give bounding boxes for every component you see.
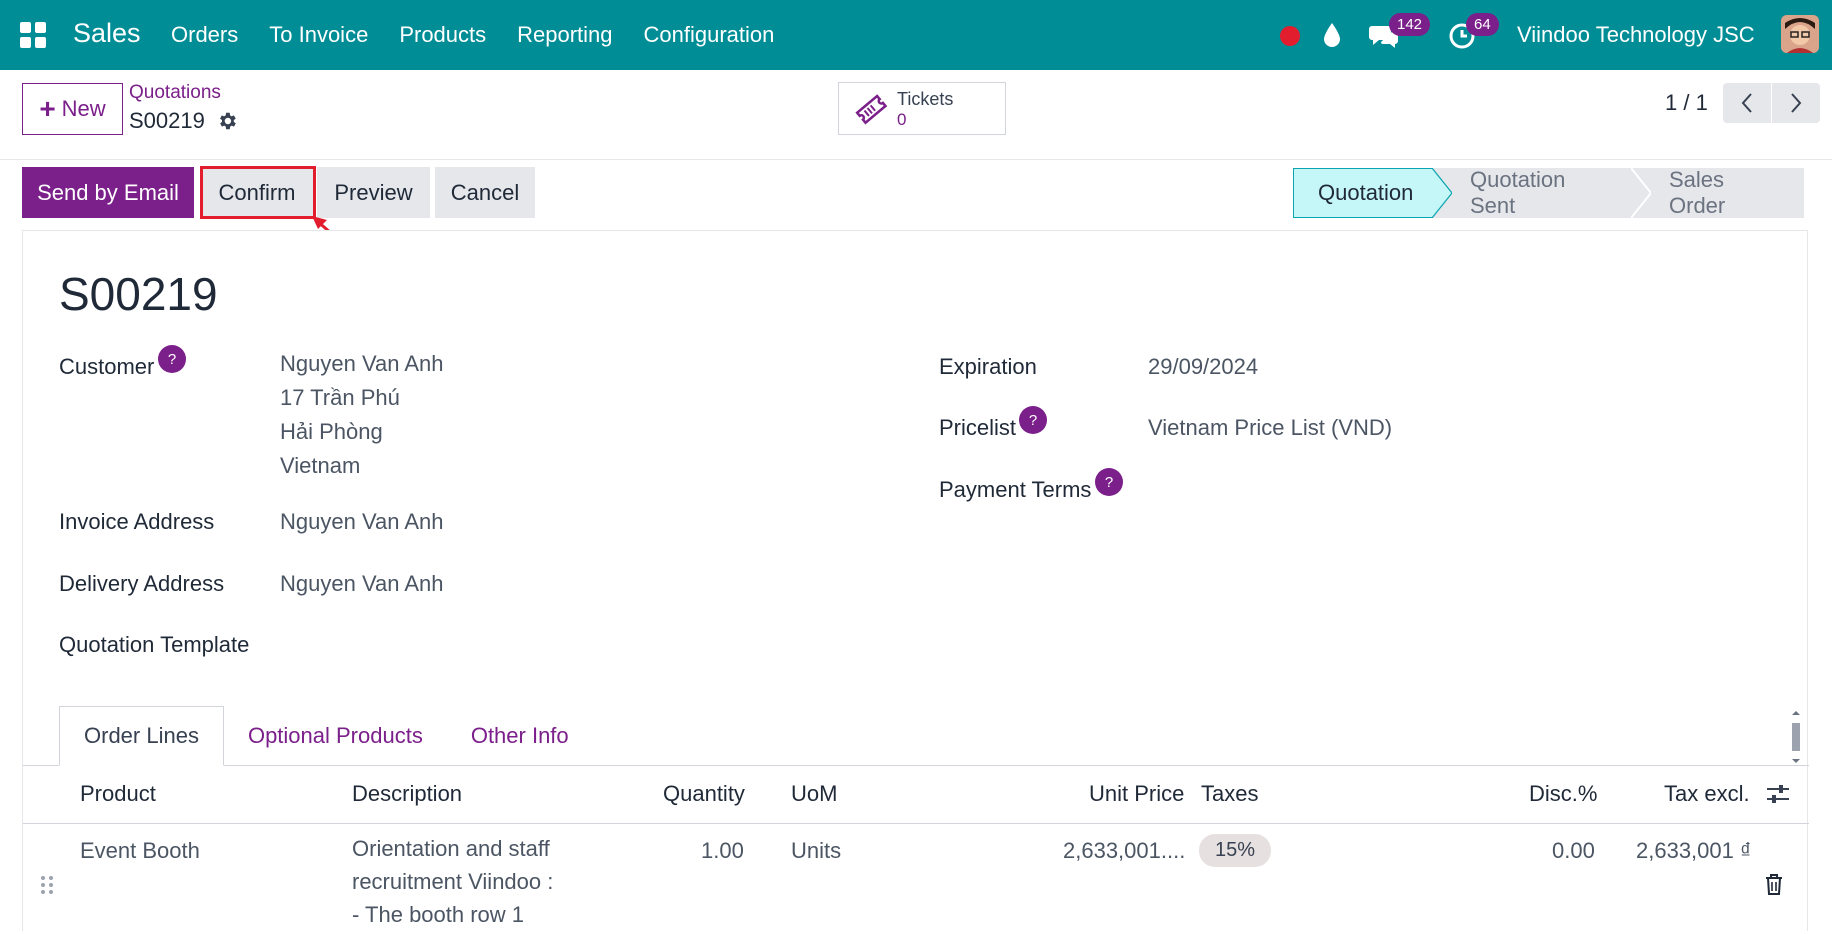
document-title: S00219 (59, 268, 218, 320)
tab-other-info[interactable]: Other Info (447, 706, 593, 766)
customer-city: Hải Phòng (280, 419, 383, 444)
payment-terms-field[interactable] (1148, 474, 1748, 504)
preview-button[interactable]: Preview (317, 167, 430, 218)
tickets-smart-button[interactable]: Tickets 0 (838, 82, 1006, 135)
col-product[interactable]: Product (80, 781, 156, 807)
delivery-address-label: Delivery Address (59, 571, 225, 596)
stage-quotation-sent[interactable]: Quotation Sent (1432, 167, 1632, 218)
main-menu: Orders To Invoice Products Reporting Con… (171, 22, 774, 48)
tab-optional-products[interactable]: Optional Products (224, 706, 447, 766)
table-row[interactable]: Event Booth Orientation and staff recrui… (23, 824, 1809, 934)
customer-name: Nguyen Van Anh (280, 351, 444, 376)
plus-icon: + (39, 93, 56, 124)
stage-separator-icon (1432, 168, 1452, 218)
scroll-down-icon (1792, 759, 1800, 763)
messages-badge: 142 (1389, 13, 1431, 36)
notebook-tabs: Order Lines Optional Products Other Info (59, 706, 593, 766)
app-brand[interactable]: Sales (73, 18, 141, 49)
tax-tag[interactable]: 15% (1199, 834, 1272, 867)
activities-badge: 64 (1466, 13, 1499, 36)
confirm-button[interactable]: Confirm (200, 167, 314, 218)
menu-orders[interactable]: Orders (171, 22, 238, 48)
col-description[interactable]: Description (352, 781, 462, 807)
pager-previous-button[interactable] (1723, 83, 1771, 123)
menu-products[interactable]: Products (399, 22, 486, 48)
expiration-label: Expiration (939, 354, 1037, 379)
customer-country: Vietnam (280, 453, 361, 478)
col-unit-price[interactable]: Unit Price (1089, 781, 1184, 807)
record-dot-icon[interactable] (1280, 26, 1300, 46)
customer-field[interactable]: Nguyen Van Anh 17 Trần Phú Hải Phòng Vie… (280, 347, 444, 483)
cell-discount[interactable]: 0.00 (1552, 838, 1595, 864)
help-icon[interactable]: ? (1095, 468, 1123, 496)
delivery-address-field[interactable]: Nguyen Van Anh (280, 571, 444, 597)
gear-icon[interactable] (216, 110, 238, 132)
trash-icon[interactable] (1763, 872, 1785, 896)
description-line: Orientation and staff (352, 836, 550, 861)
col-quantity[interactable]: Quantity (663, 781, 745, 807)
pricelist-label: Pricelist (939, 415, 1017, 440)
stage-sales-order[interactable]: Sales Order (1631, 167, 1804, 218)
optional-columns-icon[interactable] (1765, 782, 1791, 806)
quotation-template-label: Quotation Template (59, 632, 250, 657)
scrollbar-thumb[interactable] (1792, 723, 1800, 751)
col-tax-excl[interactable]: Tax excl. (1664, 781, 1750, 807)
drag-handle-icon[interactable] (39, 874, 55, 896)
cell-unit-price[interactable]: 2,633,001.... (1063, 838, 1185, 864)
company-name[interactable]: Viindoo Technology JSC (1517, 22, 1755, 48)
description-line: - The booth row 1 (352, 902, 525, 927)
customer-label: Customer (59, 354, 155, 379)
menu-reporting[interactable]: Reporting (517, 22, 612, 48)
pager-next-button[interactable] (1772, 83, 1820, 123)
drop-icon[interactable] (1321, 21, 1343, 49)
help-icon[interactable]: ? (1019, 406, 1047, 434)
status-bar: Quotation Quotation Sent Sales Order (1293, 167, 1804, 218)
col-discount[interactable]: Disc.% (1529, 781, 1597, 807)
chevron-left-icon (1741, 93, 1752, 113)
tickets-label: Tickets (897, 89, 954, 109)
tab-order-lines[interactable]: Order Lines (59, 706, 224, 766)
cell-product[interactable]: Event Booth (80, 838, 200, 864)
breadcrumb-quotations[interactable]: Quotations (129, 82, 221, 104)
expiration-field[interactable]: 29/09/2024 (1148, 354, 1258, 380)
stage-sales-order-label: Sales Order (1669, 167, 1726, 218)
pricelist-field[interactable]: Vietnam Price List (VND) (1148, 415, 1392, 441)
scrollbar[interactable] (1789, 709, 1803, 765)
cell-subtotal: 2,633,001 ₫ (1636, 838, 1752, 863)
col-taxes[interactable]: Taxes (1201, 781, 1258, 807)
description-line: recruitment Viindoo : (352, 869, 554, 894)
send-by-email-button[interactable]: Send by Email (22, 167, 194, 218)
scroll-up-icon (1792, 711, 1800, 715)
stage-quotation[interactable]: Quotation (1293, 168, 1433, 218)
menu-configuration[interactable]: Configuration (644, 22, 775, 48)
new-button-label: New (61, 96, 106, 121)
chevron-right-icon (1791, 93, 1802, 113)
control-panel: + New Quotations S00219 Tickets 0 1 / 1 (0, 70, 1832, 160)
top-navbar: Sales Orders To Invoice Products Reporti… (0, 0, 1832, 70)
invoice-address-label: Invoice Address (59, 509, 215, 534)
form-sheet: S00219 Customer ? Nguyen Van Anh 17 Trần… (22, 230, 1809, 934)
breadcrumb-current: S00219 (129, 108, 205, 133)
col-uom[interactable]: UoM (791, 781, 837, 807)
quotation-template-field[interactable] (280, 629, 880, 659)
invoice-address-field[interactable]: Nguyen Van Anh (280, 509, 444, 535)
cancel-button[interactable]: Cancel (435, 167, 535, 218)
menu-to-invoice[interactable]: To Invoice (269, 22, 368, 48)
payment-terms-label: Payment Terms (939, 477, 1092, 502)
new-button[interactable]: + New (22, 83, 123, 135)
stage-quotation-sent-label: Quotation Sent (1470, 167, 1566, 218)
ticket-icon (855, 94, 887, 125)
order-lines-header: Product Description Quantity UoM Unit Pr… (23, 766, 1809, 824)
cell-quantity[interactable]: 1.00 (701, 838, 744, 864)
stage-quotation-label: Quotation (1318, 180, 1414, 205)
cell-description[interactable]: Orientation and staff recruitment Viindo… (352, 832, 553, 931)
cell-uom[interactable]: Units (791, 838, 841, 864)
avatar[interactable] (1781, 15, 1819, 53)
pager-value[interactable]: 1 / 1 (1665, 90, 1708, 116)
customer-street: 17 Trần Phú (280, 385, 400, 410)
help-icon[interactable]: ? (158, 345, 186, 373)
tickets-count: 0 (897, 110, 907, 129)
stage-separator-icon (1631, 168, 1651, 218)
apps-menu-icon[interactable] (20, 22, 46, 48)
